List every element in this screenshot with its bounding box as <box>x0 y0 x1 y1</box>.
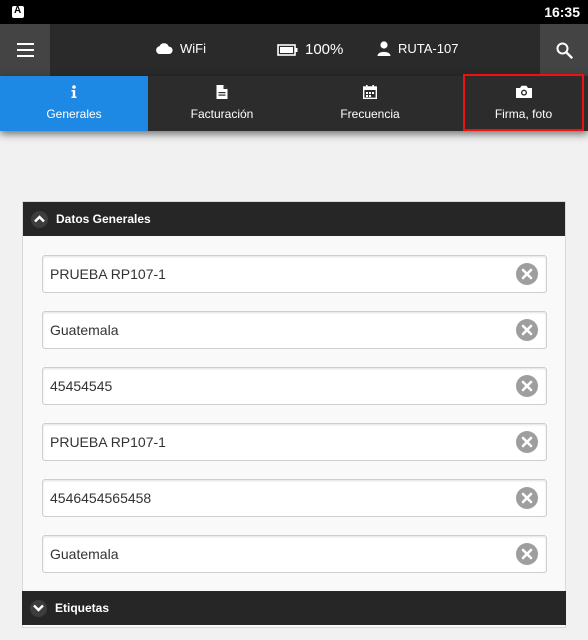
tab-firma-foto[interactable]: Firma, foto <box>463 74 584 131</box>
clear-icon[interactable] <box>516 543 538 565</box>
panel-header[interactable]: Datos Generales <box>23 202 565 236</box>
app-letter: A <box>14 5 22 16</box>
info-icon <box>71 85 77 98</box>
chevron-down-icon <box>30 599 47 617</box>
tab-generales[interactable]: Generales <box>0 76 148 131</box>
chevron-up-icon <box>31 210 48 228</box>
cloud-icon <box>156 43 173 54</box>
status-bar: A 16:35 <box>0 0 588 24</box>
clear-icon[interactable] <box>516 263 538 285</box>
tab-label: Facturación <box>190 107 254 121</box>
field-input[interactable] <box>43 424 513 460</box>
etiquetas-title: Etiquetas <box>55 601 110 615</box>
battery-label: 100% <box>305 41 344 58</box>
search-icon <box>556 42 573 59</box>
calendar-icon <box>363 85 377 99</box>
document-icon <box>216 85 228 99</box>
text-field[interactable] <box>42 255 547 293</box>
text-field[interactable] <box>42 311 547 349</box>
search-button[interactable] <box>540 24 588 76</box>
field-input[interactable] <box>43 312 513 348</box>
user-icon <box>377 41 391 56</box>
clear-icon[interactable] <box>516 375 538 397</box>
tab-label: Generales <box>46 107 102 121</box>
app-notification-icon: A <box>12 5 24 18</box>
etiquetas-header[interactable]: Etiquetas <box>22 591 566 625</box>
top-bar: WiFi 100% RUTA-107 <box>0 24 588 76</box>
tab-label: Firma, foto <box>494 107 553 121</box>
wifi-label: WiFi <box>180 41 206 56</box>
menu-button[interactable] <box>0 24 50 76</box>
tab-bar: Generales Facturación Frecuencia Firma, … <box>0 74 588 131</box>
user-status: RUTA-107 <box>377 41 458 56</box>
battery-icon <box>277 43 298 56</box>
text-field[interactable] <box>42 479 547 517</box>
datos-generales-panel: Datos Generales Etiquetas <box>22 201 566 628</box>
camera-icon <box>515 85 532 98</box>
tab-label: Frecuencia <box>340 107 400 121</box>
battery-status: 100% <box>277 41 343 58</box>
clear-icon[interactable] <box>516 487 538 509</box>
field-input[interactable] <box>43 256 513 292</box>
clear-icon[interactable] <box>516 319 538 341</box>
text-field[interactable] <box>42 423 547 461</box>
text-field[interactable] <box>42 535 547 573</box>
clear-icon[interactable] <box>516 431 538 453</box>
tab-frecuencia[interactable]: Frecuencia <box>296 76 444 131</box>
connection-status: WiFi <box>155 41 206 56</box>
field-input[interactable] <box>43 536 513 572</box>
panel-title: Datos Generales <box>56 212 151 226</box>
status-time: 16:35 <box>544 4 580 20</box>
tab-facturacion[interactable]: Facturación <box>148 76 296 131</box>
text-field[interactable] <box>42 367 547 405</box>
field-input[interactable] <box>43 480 513 516</box>
field-input[interactable] <box>43 368 513 404</box>
user-label: RUTA-107 <box>398 41 459 56</box>
